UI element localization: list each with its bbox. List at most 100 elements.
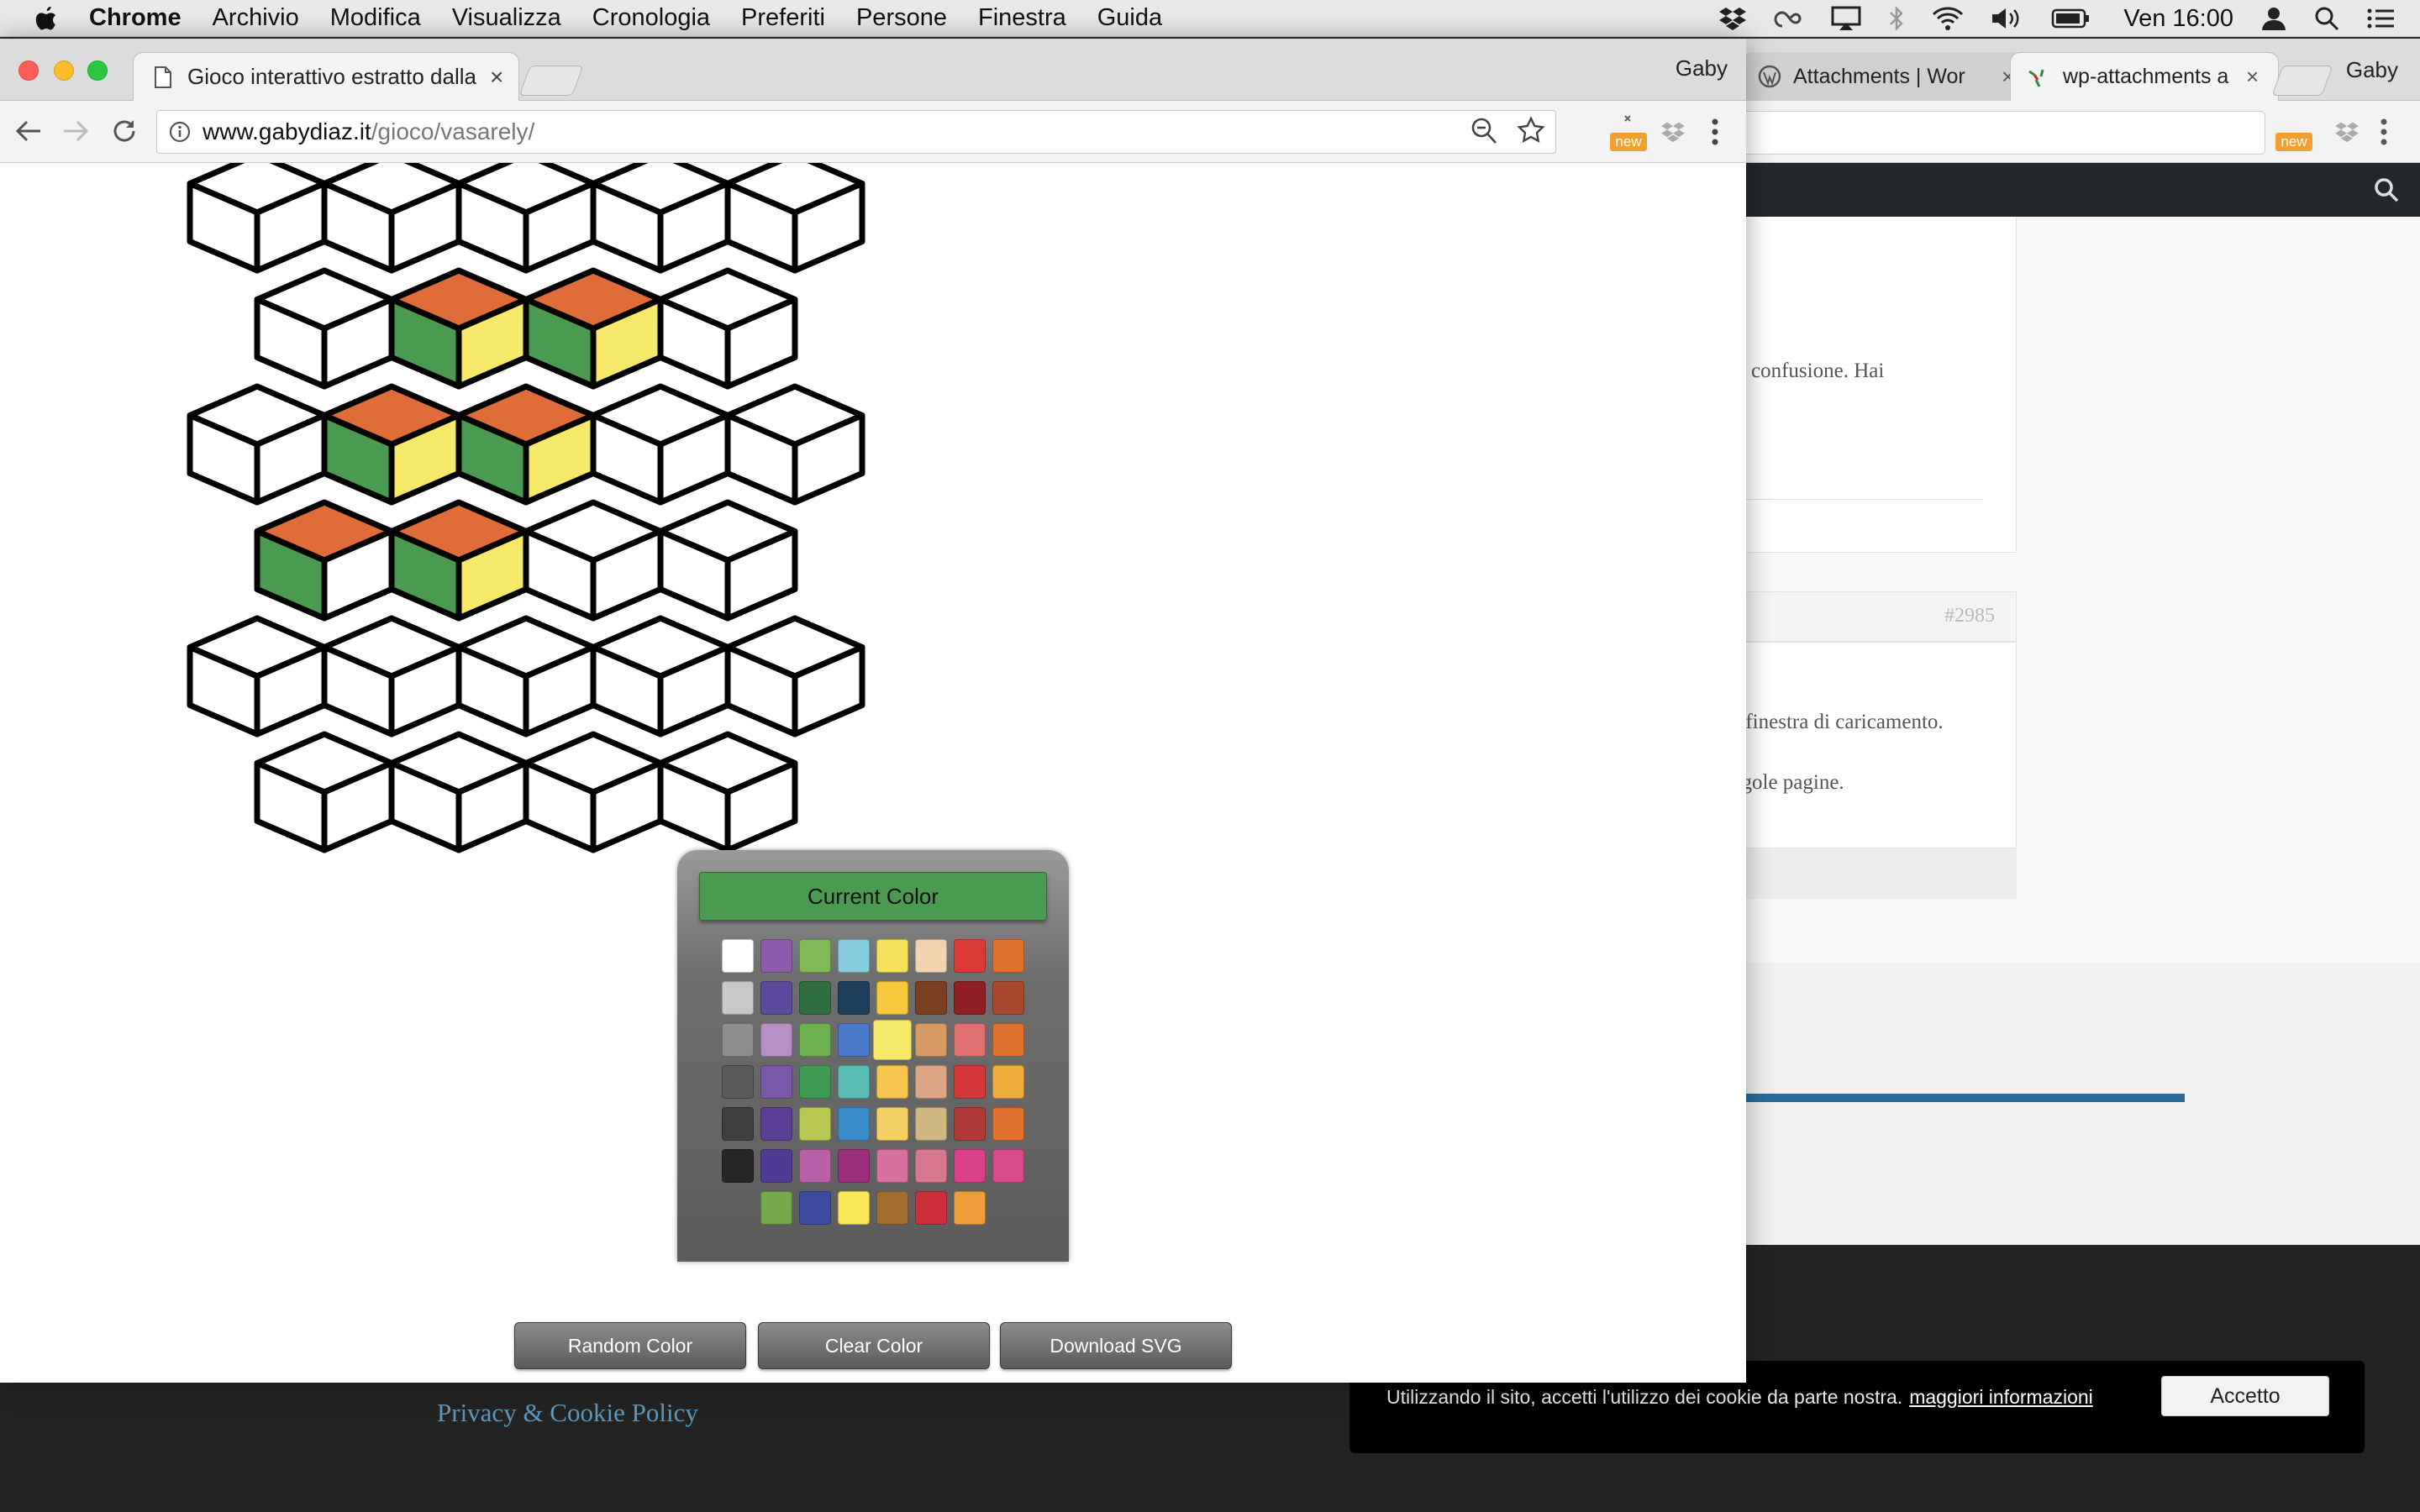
color-swatch[interactable]	[760, 1149, 792, 1183]
color-swatch[interactable]	[760, 939, 792, 973]
color-swatch[interactable]	[722, 939, 754, 973]
color-swatch[interactable]	[799, 939, 831, 973]
color-swatch[interactable]	[722, 1023, 754, 1057]
color-swatch[interactable]	[760, 1023, 792, 1057]
color-swatch[interactable]	[992, 1065, 1024, 1099]
color-swatch[interactable]	[954, 981, 986, 1015]
color-swatch[interactable]	[799, 1149, 831, 1183]
color-swatch[interactable]	[954, 1023, 986, 1057]
menu-finestra[interactable]: Finestra	[978, 4, 1066, 32]
color-swatch[interactable]	[722, 981, 754, 1015]
color-swatch[interactable]	[915, 1107, 947, 1141]
menu-persone[interactable]: Persone	[856, 4, 947, 32]
color-swatch[interactable]	[838, 1107, 870, 1141]
color-swatch[interactable]	[799, 981, 831, 1015]
airplay-icon[interactable]	[1831, 6, 1861, 31]
extension-new-button[interactable]: new	[1610, 113, 1647, 151]
color-swatch[interactable]	[838, 1023, 870, 1057]
background-extension-new[interactable]: new	[2275, 113, 2312, 151]
profile-name[interactable]: Gaby	[1676, 55, 1728, 81]
color-swatch[interactable]	[992, 1107, 1024, 1141]
color-swatch[interactable]	[915, 939, 947, 973]
color-swatch[interactable]	[954, 939, 986, 973]
color-swatch[interactable]	[876, 1107, 908, 1141]
download-svg-button[interactable]: Download SVG	[1000, 1322, 1232, 1369]
reload-button[interactable]	[108, 114, 141, 148]
color-swatch[interactable]	[722, 1065, 754, 1099]
background-tab-attachments[interactable]: Attachments | Wor ×	[1743, 52, 2023, 101]
zoom-out-icon[interactable]	[1470, 116, 1498, 146]
comment-number[interactable]: #2985	[1944, 605, 1995, 627]
color-swatch[interactable]	[838, 981, 870, 1015]
menu-modifica[interactable]: Modifica	[330, 4, 421, 32]
back-button[interactable]	[12, 114, 45, 148]
color-swatch[interactable]	[954, 1191, 986, 1225]
background-profile-name[interactable]: Gaby	[2346, 57, 2398, 83]
color-swatch[interactable]	[992, 1149, 1024, 1183]
user-icon[interactable]	[2260, 6, 2287, 31]
color-swatch[interactable]	[760, 1191, 792, 1225]
color-swatch[interactable]	[915, 1065, 947, 1099]
zoom-window-button[interactable]	[87, 60, 108, 81]
color-swatch[interactable]	[992, 981, 1024, 1015]
dropbox-extension-icon[interactable]	[2334, 121, 2360, 143]
color-swatch[interactable]	[876, 1191, 908, 1225]
color-swatch[interactable]	[760, 1107, 792, 1141]
volume-icon[interactable]	[1991, 6, 2024, 31]
color-swatch[interactable]	[876, 939, 908, 973]
search-icon[interactable]	[2373, 176, 2400, 203]
spotlight-search-icon[interactable]	[2314, 6, 2339, 31]
background-address-bar[interactable]	[1714, 111, 2265, 155]
color-swatch[interactable]	[915, 981, 947, 1015]
menu-preferiti[interactable]: Preferiti	[741, 4, 825, 32]
clear-color-button[interactable]: Clear Color	[758, 1322, 990, 1369]
color-swatch[interactable]	[722, 1107, 754, 1141]
color-swatch[interactable]	[915, 1149, 947, 1183]
info-icon[interactable]	[169, 121, 191, 143]
tab-close-icon[interactable]: ×	[2246, 64, 2259, 90]
wifi-icon[interactable]	[1932, 7, 1964, 30]
color-swatch[interactable]	[799, 1065, 831, 1099]
color-swatch[interactable]	[838, 1191, 870, 1225]
color-swatch[interactable]	[876, 1065, 908, 1099]
battery-icon[interactable]	[2051, 8, 2090, 29]
new-tab-button[interactable]	[518, 66, 584, 96]
cookie-more-info-link[interactable]: maggiori informazioni	[1909, 1386, 2093, 1408]
color-swatch[interactable]	[992, 939, 1024, 973]
color-swatch[interactable]	[873, 1020, 912, 1060]
menu-guida[interactable]: Guida	[1097, 4, 1162, 32]
color-swatch[interactable]	[799, 1107, 831, 1141]
color-swatch[interactable]	[799, 1191, 831, 1225]
background-new-tab-button[interactable]	[2271, 66, 2333, 96]
color-swatch[interactable]	[799, 1023, 831, 1057]
menubar-clock[interactable]: Ven 16:00	[2123, 5, 2233, 33]
minimize-window-button[interactable]	[54, 60, 74, 81]
color-swatch[interactable]	[722, 1149, 754, 1183]
notification-center-icon[interactable]	[2366, 7, 2395, 30]
browser-menu-icon[interactable]	[1711, 118, 1719, 146]
menu-archivio[interactable]: Archivio	[213, 4, 299, 32]
bookmark-star-icon[interactable]	[1517, 116, 1545, 144]
cookie-accept-button[interactable]: Accetto	[2161, 1376, 2329, 1416]
forward-button[interactable]	[59, 114, 92, 148]
color-swatch[interactable]	[838, 1065, 870, 1099]
color-swatch[interactable]	[915, 1023, 947, 1057]
background-tab-wp-attachments[interactable]: wp-attachments a ×	[2010, 52, 2279, 101]
menu-cronologia[interactable]: Cronologia	[592, 4, 710, 32]
active-tab[interactable]: Gioco interattivo estratto dalla ×	[133, 52, 519, 101]
address-bar[interactable]: www.gabydiaz.it /gioco/vasarely/	[156, 110, 1556, 154]
color-swatch[interactable]	[838, 939, 870, 973]
color-swatch[interactable]	[876, 1149, 908, 1183]
color-swatch[interactable]	[954, 1065, 986, 1099]
bluetooth-icon[interactable]	[1888, 5, 1905, 32]
color-swatch[interactable]	[838, 1149, 870, 1183]
tab-close-icon[interactable]: ×	[490, 64, 503, 91]
menu-visualizza[interactable]: Visualizza	[452, 4, 561, 32]
privacy-policy-link[interactable]: Privacy & Cookie Policy	[437, 1398, 698, 1428]
browser-menu-icon[interactable]	[2380, 118, 2388, 146]
color-swatch[interactable]	[992, 1023, 1024, 1057]
dropbox-extension-icon[interactable]	[1660, 121, 1686, 143]
menu-app-name[interactable]: Chrome	[89, 4, 182, 32]
color-swatch[interactable]	[954, 1149, 986, 1183]
color-swatch[interactable]	[915, 1191, 947, 1225]
